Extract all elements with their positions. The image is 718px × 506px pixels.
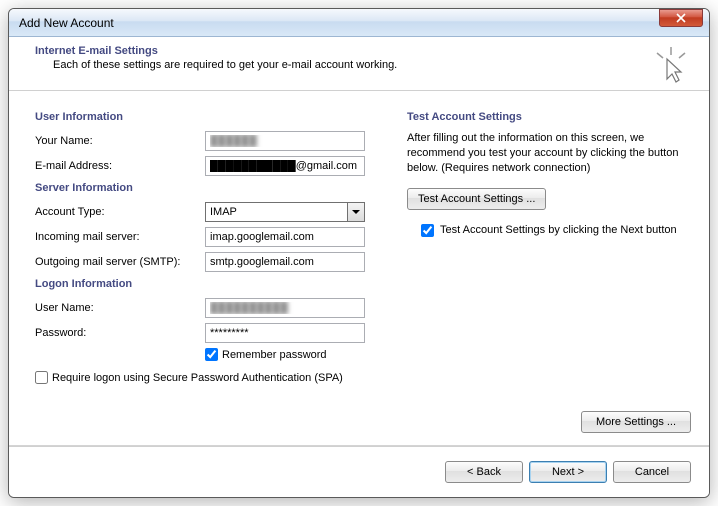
right-column: Test Account Settings After filling out … (407, 105, 691, 437)
header-title: Internet E-mail Settings (35, 45, 695, 57)
left-column: User Information Your Name: E-mail Addre… (35, 105, 387, 437)
cursor-art-icon (651, 45, 691, 85)
content-area: User Information Your Name: E-mail Addre… (9, 91, 709, 437)
test-account-button[interactable]: Test Account Settings ... (407, 188, 546, 210)
incoming-server-input[interactable] (205, 227, 365, 247)
label-password: Password: (35, 327, 205, 339)
label-test-next: Test Account Settings by clicking the Ne… (440, 224, 677, 236)
close-button[interactable] (659, 9, 703, 27)
account-type-value: IMAP (210, 206, 237, 218)
header-band: Internet E-mail Settings Each of these s… (9, 37, 709, 91)
section-server-info: Server Information (35, 182, 387, 194)
outgoing-server-input[interactable] (205, 252, 365, 272)
label-your-name: Your Name: (35, 135, 205, 147)
chevron-down-icon (347, 203, 364, 221)
test-description: After filling out the information on thi… (407, 131, 691, 176)
more-settings-button[interactable]: More Settings ... (581, 411, 691, 433)
label-incoming: Incoming mail server: (35, 231, 205, 243)
email-input[interactable] (205, 156, 365, 176)
password-input[interactable] (205, 323, 365, 343)
label-email: E-mail Address: (35, 160, 205, 172)
header-subtitle: Each of these settings are required to g… (53, 59, 695, 71)
next-button[interactable]: Next > (529, 461, 607, 483)
window-title: Add New Account (19, 16, 114, 30)
section-test: Test Account Settings (407, 111, 691, 123)
section-user-info: User Information (35, 111, 387, 123)
back-button[interactable]: < Back (445, 461, 523, 483)
footer: < Back Next > Cancel (9, 446, 709, 497)
user-name-input[interactable] (205, 298, 365, 318)
account-type-select[interactable]: IMAP (205, 202, 365, 222)
label-user-name: User Name: (35, 302, 205, 314)
close-icon (676, 13, 686, 23)
label-account-type: Account Type: (35, 206, 205, 218)
label-remember: Remember password (222, 349, 327, 361)
titlebar: Add New Account (9, 9, 709, 37)
add-account-dialog: Add New Account Internet E-mail Settings… (8, 8, 710, 498)
label-spa: Require logon using Secure Password Auth… (52, 372, 343, 384)
test-next-checkbox[interactable] (421, 224, 434, 237)
spa-checkbox[interactable] (35, 371, 48, 384)
your-name-input[interactable] (205, 131, 365, 151)
remember-password-checkbox[interactable] (205, 348, 218, 361)
label-outgoing: Outgoing mail server (SMTP): (35, 256, 205, 268)
section-logon-info: Logon Information (35, 278, 387, 290)
cancel-button[interactable]: Cancel (613, 461, 691, 483)
